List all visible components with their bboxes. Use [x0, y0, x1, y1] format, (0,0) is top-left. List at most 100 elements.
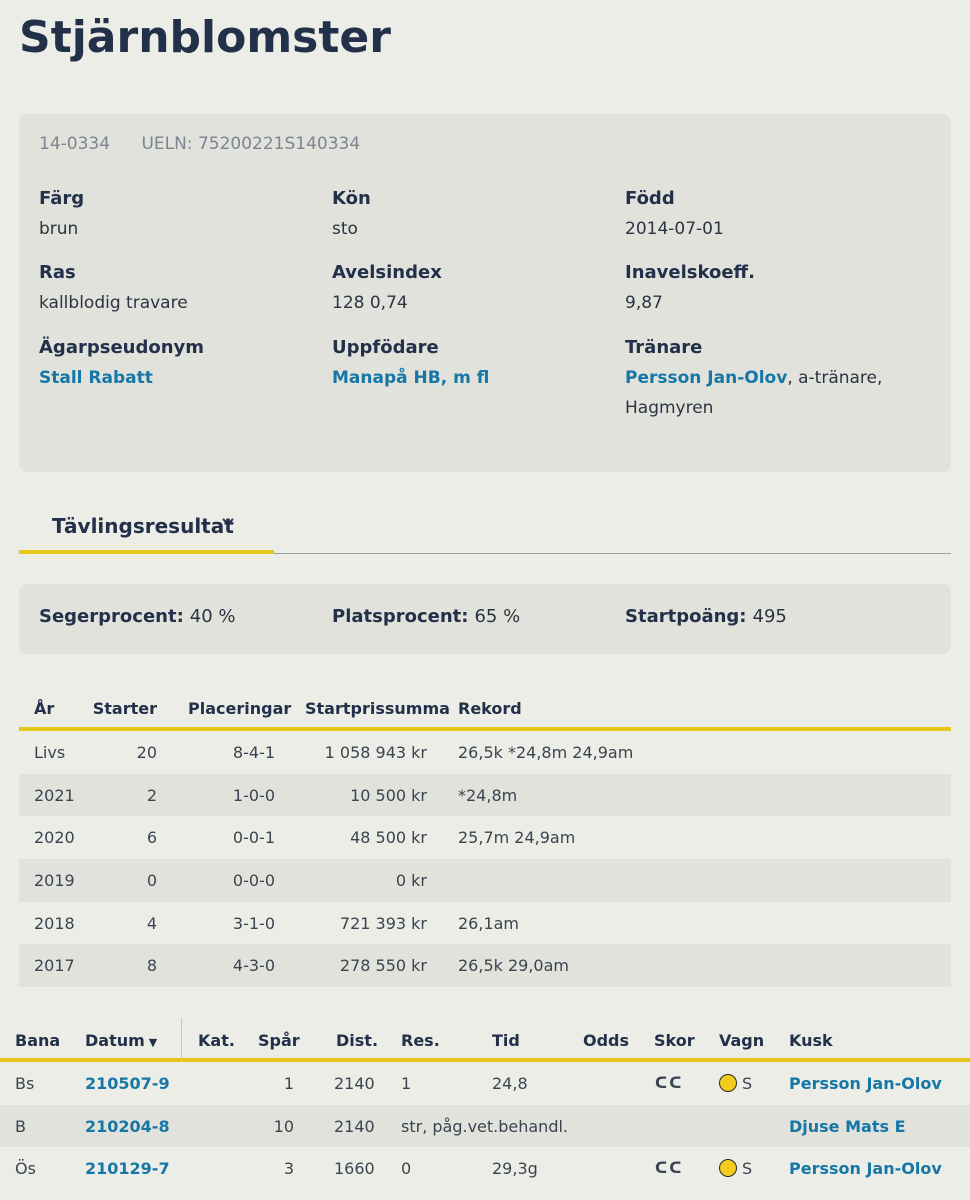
cell-startprissumma: 10 500 kr	[350, 785, 427, 805]
table-row: Livs 20 8-4-1 1 058 943 kr 26,5k *24,8m 24,9…	[19, 731, 951, 774]
summary-table: År Starter Placeringar Startprissumma Re…	[19, 688, 951, 988]
stat-value: 65 %	[474, 606, 521, 627]
field-inavelskoeff: Inavelskoeff. 9,87	[625, 262, 915, 318]
col-header-placeringar[interactable]: Placeringar	[188, 699, 291, 718]
col-header-odds[interactable]: Odds	[583, 1031, 629, 1050]
trainer-link[interactable]: Persson Jan-Olov	[625, 368, 787, 388]
vagn-label: S	[742, 1074, 753, 1093]
cell-rekord: 26,1am	[458, 913, 520, 933]
col-header-vagn[interactable]: Vagn	[719, 1031, 764, 1050]
cell-dist: 2140	[334, 1116, 375, 1136]
field-tranare: Tränare Persson Jan-Olov, a-tränare, Hagm…	[625, 337, 915, 423]
cell-res: str, påg.vet.behandl.	[401, 1116, 569, 1136]
col-header-kusk[interactable]: Kusk	[789, 1031, 833, 1050]
field-value: sto	[332, 219, 358, 239]
cell-starter: 8	[146, 956, 157, 976]
col-header-rekord[interactable]: Rekord	[458, 699, 522, 718]
stat-label: Platsprocent:	[332, 606, 469, 627]
cell-startprissumma: 721 393 kr	[339, 913, 427, 933]
col-header-bana[interactable]: Bana	[15, 1031, 60, 1050]
field-fodd: Född 2014-07-01	[625, 188, 915, 244]
cell-starter: 6	[146, 828, 157, 848]
cell-startprissumma: 0 kr	[395, 871, 427, 891]
race-link[interactable]: 210507-9	[85, 1074, 170, 1093]
ueln: UELN: 75200221S140334	[141, 134, 361, 154]
field-value: brun	[39, 219, 79, 239]
cell-placeringar: 8-4-1	[232, 743, 275, 762]
field-value: 128 0,74	[332, 293, 408, 313]
field-label: Inavelskoeff.	[625, 262, 755, 283]
cell-starter: 4	[146, 913, 157, 933]
cell-startprissumma: 278 550 kr	[339, 956, 427, 976]
col-header-dist[interactable]: Dist.	[336, 1031, 378, 1050]
runs-header: Bana Datum ▼ Kat. Spår Dist. Res. Tid Odd…	[0, 1018, 970, 1062]
field-value: 2014-07-01	[625, 219, 724, 239]
cell-placeringar: 0-0-0	[232, 871, 275, 891]
trainer-location: Hagmyren	[625, 398, 714, 418]
yellow-ball-icon	[719, 1074, 737, 1092]
driver-link[interactable]: Persson Jan-Olov	[789, 1159, 942, 1178]
cell-skor: ᑕᑕ	[655, 1074, 684, 1092]
table-row: 2021 2 1-0-0 10 500 kr *24,8m	[19, 773, 951, 817]
breeder-link[interactable]: Manapå HB, m fl	[332, 368, 489, 388]
table-row: 2018 4 3-1-0 721 393 kr 26,1am	[19, 902, 951, 945]
cell-bana: B	[15, 1116, 26, 1136]
field-kon: Kön sto	[332, 188, 622, 244]
cell-rekord: *24,8m	[458, 785, 518, 805]
race-link[interactable]: 210204-8	[85, 1117, 170, 1136]
field-avelsindex: Avelsindex 128 0,74	[332, 262, 622, 318]
table-row: B 210204-8 10 2140 str, påg.vet.behandl. Djus…	[0, 1104, 970, 1147]
field-label: Född	[625, 188, 675, 209]
tab-tavlingsresultat[interactable]: Tävlingsresultat	[19, 500, 274, 554]
cell-starter: 0	[146, 871, 157, 891]
col-header-datum[interactable]: Datum ▼	[85, 1031, 157, 1050]
cell-bana: Bs	[15, 1074, 35, 1093]
cell-tid: 24,8	[492, 1074, 528, 1093]
field-label: Ägarpseudonym	[39, 337, 205, 358]
cell-ar: 2021	[34, 785, 75, 805]
col-header-res[interactable]: Res.	[401, 1031, 440, 1050]
yellow-ball-icon	[719, 1159, 737, 1177]
cell-rekord: 26,5k *24,8m 24,9am	[458, 743, 634, 762]
col-header-kat[interactable]: Kat.	[198, 1031, 235, 1050]
vagn-label: S	[742, 1159, 753, 1178]
col-header-ar[interactable]: År	[34, 699, 54, 718]
table-row: 2017 8 4-3-0 278 550 kr 26,5k 29,0am	[19, 944, 951, 988]
cell-res: 1	[401, 1074, 412, 1093]
stat-value: 40 %	[189, 606, 236, 627]
col-header-spar[interactable]: Spår	[258, 1031, 300, 1050]
datum-label: Datum	[85, 1031, 145, 1050]
race-link[interactable]: 210129-7	[85, 1159, 170, 1178]
driver-link[interactable]: Persson Jan-Olov	[789, 1074, 942, 1093]
col-header-tid[interactable]: Tid	[492, 1031, 520, 1050]
field-label: Tränare	[625, 337, 703, 358]
cell-ar: Livs	[34, 743, 66, 762]
driver-link[interactable]: Djuse Mats E	[789, 1117, 906, 1136]
cell-skor: ᑕᑕ	[655, 1159, 684, 1177]
cell-rekord: 25,7m 24,9am	[458, 828, 576, 848]
cell-vagn: S	[719, 1159, 752, 1178]
owner-link[interactable]: Stall Rabatt	[39, 368, 153, 388]
cell-ar: 2017	[34, 956, 75, 976]
cell-placeringar: 1-0-0	[232, 785, 275, 805]
col-header-skor[interactable]: Skor	[654, 1031, 695, 1050]
field-ras: Ras kallblodig travare	[39, 262, 329, 318]
cell-startprissumma: 1 058 943 kr	[324, 743, 427, 762]
cell-placeringar: 3-1-0	[232, 913, 275, 933]
chevron-down-icon	[221, 514, 235, 533]
col-header-startprissumma[interactable]: Startprissumma	[305, 699, 450, 718]
cell-ar: 2020	[34, 828, 75, 848]
cell-ar: 2019	[34, 871, 75, 891]
runs-table: Bana Datum ▼ Kat. Spår Dist. Res. Tid Odd…	[0, 1018, 970, 1190]
cell-bana: Ös	[15, 1159, 36, 1178]
field-label: Ras	[39, 262, 76, 283]
reg-number: 14-0334	[39, 134, 111, 154]
cell-starter: 20	[136, 743, 157, 762]
field-label: Kön	[332, 188, 371, 209]
field-agarpseudonym: Ägarpseudonym Stall Rabatt	[39, 337, 329, 393]
cell-ar: 2018	[34, 913, 75, 933]
table-row: 2019 0 0-0-0 0 kr	[19, 859, 951, 902]
col-header-starter[interactable]: Starter	[93, 699, 157, 718]
table-row: Ös 210129-7 3 1660 0 29,3g ᑕᑕ S Persson Jan-Olov	[0, 1147, 970, 1190]
stat-platsprocent: Platsprocent: 65 %	[332, 606, 520, 627]
